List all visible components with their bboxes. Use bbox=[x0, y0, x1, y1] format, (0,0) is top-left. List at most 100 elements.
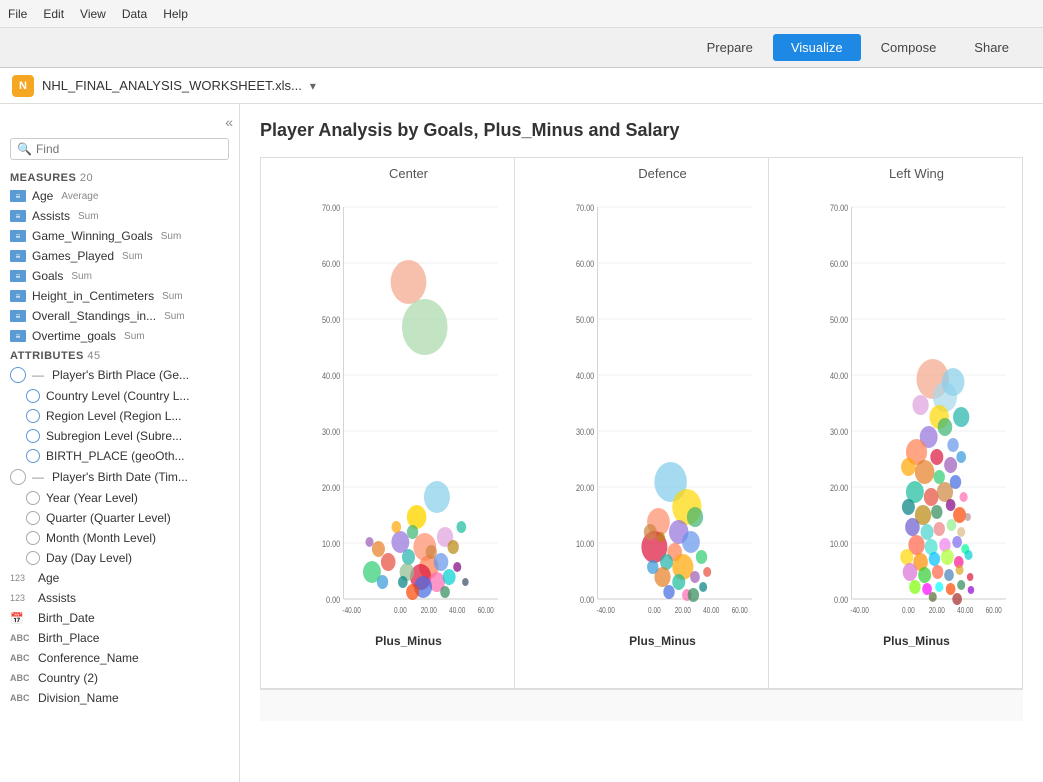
svg-text:20.00: 20.00 bbox=[830, 483, 849, 493]
svg-text:30.00: 30.00 bbox=[322, 427, 341, 437]
measure-goals[interactable]: ≡ GoalsSum bbox=[0, 266, 239, 286]
menu-data[interactable]: Data bbox=[122, 7, 147, 21]
menu-file[interactable]: File bbox=[8, 7, 27, 21]
svg-text:60.00: 60.00 bbox=[830, 259, 849, 269]
svg-text:-40.00: -40.00 bbox=[342, 605, 360, 615]
attr-day-level[interactable]: Day (Day Level) bbox=[0, 548, 239, 568]
measure-age[interactable]: ≡ AgeAverage bbox=[0, 186, 239, 206]
measure-game-winning-goals[interactable]: ≡ Game_Winning_GoalsSum bbox=[0, 226, 239, 246]
svg-text:70.00: 70.00 bbox=[830, 203, 849, 213]
attr-conference-name[interactable]: ABC Conference_Name bbox=[0, 648, 239, 668]
svg-text:40.00: 40.00 bbox=[703, 605, 719, 615]
search-icon: 🔍 bbox=[17, 142, 32, 156]
sidebar-collapse-btn[interactable]: « bbox=[0, 112, 239, 134]
measure-overtime-goals[interactable]: ≡ Overtime_goalsSum bbox=[0, 326, 239, 346]
svg-text:30.00: 30.00 bbox=[576, 427, 595, 437]
svg-text:0.00: 0.00 bbox=[326, 595, 341, 605]
attr-birth-place-geo[interactable]: — Player's Birth Place (Ge... bbox=[0, 364, 239, 386]
chart-svg-center: 70.00 60.00 50.00 40.00 30.00 20.00 10.0… bbox=[311, 187, 506, 627]
svg-text:70.00: 70.00 bbox=[576, 203, 595, 213]
svg-text:10.00: 10.00 bbox=[576, 539, 595, 549]
top-nav: Prepare Visualize Compose Share bbox=[0, 28, 1043, 68]
svg-text:10.00: 10.00 bbox=[830, 539, 849, 549]
svg-text:40.00: 40.00 bbox=[830, 371, 849, 381]
tab-prepare[interactable]: Prepare bbox=[689, 34, 771, 61]
svg-text:0.00: 0.00 bbox=[580, 595, 595, 605]
x-label-left-wing: Plus_Minus bbox=[819, 634, 1014, 648]
file-dropdown-arrow[interactable]: ▾ bbox=[310, 79, 316, 93]
tab-visualize[interactable]: Visualize bbox=[773, 34, 861, 61]
abc-icon: ABC bbox=[10, 673, 32, 683]
tab-compose[interactable]: Compose bbox=[863, 34, 955, 61]
search-input[interactable] bbox=[36, 142, 222, 156]
panel-title-defence: Defence bbox=[565, 166, 760, 181]
svg-text:50.00: 50.00 bbox=[830, 315, 849, 325]
chart-panel-defence: Defence 70.00 60.00 50.00 bbox=[515, 158, 769, 688]
bottom-bar bbox=[260, 689, 1023, 721]
svg-text:60.00: 60.00 bbox=[322, 259, 341, 269]
file-icon: N bbox=[12, 75, 34, 97]
measure-icon: ≡ bbox=[10, 290, 26, 302]
attr-year-level[interactable]: Year (Year Level) bbox=[0, 488, 239, 508]
x-label-defence: Plus_Minus bbox=[565, 634, 760, 648]
svg-text:0.00: 0.00 bbox=[394, 605, 407, 615]
menu-edit[interactable]: Edit bbox=[43, 7, 64, 21]
menu-help[interactable]: Help bbox=[163, 7, 188, 21]
main-content: Player Analysis by Goals, Plus_Minus and… bbox=[240, 104, 1043, 782]
chart-panel-center: Center 70.00 60.0 bbox=[261, 158, 515, 688]
search-box[interactable]: 🔍 bbox=[10, 138, 229, 160]
sidebar: « 🔍 MEASURES 20 ≡ AgeAverage ≡ AssistsSu… bbox=[0, 104, 240, 782]
measure-overall-standings[interactable]: ≡ Overall_Standings_in...Sum bbox=[0, 306, 239, 326]
attr-region-level[interactable]: Region Level (Region L... bbox=[0, 406, 239, 426]
svg-text:40.00: 40.00 bbox=[957, 605, 973, 615]
measure-icon: ≡ bbox=[10, 270, 26, 282]
svg-text:20.00: 20.00 bbox=[421, 605, 437, 615]
svg-text:70.00: 70.00 bbox=[322, 203, 341, 213]
attr-age[interactable]: 123 Age bbox=[0, 568, 239, 588]
svg-text:20.00: 20.00 bbox=[675, 605, 691, 615]
clock-icon bbox=[26, 511, 40, 525]
chart-svg-defence: 70.00 60.00 50.00 40.00 30.00 20.00 10.0… bbox=[565, 187, 760, 627]
measure-height[interactable]: ≡ Height_in_CentimetersSum bbox=[0, 286, 239, 306]
x-label-center: Plus_Minus bbox=[311, 634, 506, 648]
measure-assists[interactable]: ≡ AssistsSum bbox=[0, 206, 239, 226]
attr-birth-place-geo-other[interactable]: BIRTH_PLACE (geoOth... bbox=[0, 446, 239, 466]
svg-text:10.00: 10.00 bbox=[322, 539, 341, 549]
menu-bar: File Edit View Data Help bbox=[0, 0, 1043, 28]
measure-icon: ≡ bbox=[10, 190, 26, 202]
attr-birth-place[interactable]: ABC Birth_Place bbox=[0, 628, 239, 648]
svg-text:0.00: 0.00 bbox=[902, 605, 915, 615]
measure-icon: ≡ bbox=[10, 230, 26, 242]
measures-header: MEASURES 20 bbox=[0, 168, 239, 186]
attr-division-name[interactable]: ABC Division_Name bbox=[0, 688, 239, 708]
measure-icon: ≡ bbox=[10, 330, 26, 342]
chart-area: Center 70.00 60.0 bbox=[260, 157, 1023, 689]
numeric-icon: 123 bbox=[10, 573, 32, 583]
attr-assists[interactable]: 123 Assists bbox=[0, 588, 239, 608]
abc-icon: ABC bbox=[10, 633, 32, 643]
svg-text:-40.00: -40.00 bbox=[850, 605, 868, 615]
attr-birth-date-time[interactable]: — Player's Birth Date (Tim... bbox=[0, 466, 239, 488]
geo-icon bbox=[10, 367, 26, 383]
menu-view[interactable]: View bbox=[80, 7, 106, 21]
attr-quarter-level[interactable]: Quarter (Quarter Level) bbox=[0, 508, 239, 528]
measure-icon: ≡ bbox=[10, 310, 26, 322]
clock-icon bbox=[26, 491, 40, 505]
abc-icon: ABC bbox=[10, 653, 32, 663]
file-name: NHL_FINAL_ANALYSIS_WORKSHEET.xls... bbox=[42, 78, 302, 93]
attr-month-level[interactable]: Month (Month Level) bbox=[0, 528, 239, 548]
svg-text:50.00: 50.00 bbox=[576, 315, 595, 325]
svg-text:60.00: 60.00 bbox=[986, 605, 1002, 615]
globe-icon bbox=[26, 429, 40, 443]
attr-country[interactable]: ABC Country (2) bbox=[0, 668, 239, 688]
attr-subregion-level[interactable]: Subregion Level (Subre... bbox=[0, 426, 239, 446]
svg-text:0.00: 0.00 bbox=[648, 605, 661, 615]
svg-text:20.00: 20.00 bbox=[576, 483, 595, 493]
svg-text:30.00: 30.00 bbox=[830, 427, 849, 437]
measure-games-played[interactable]: ≡ Games_PlayedSum bbox=[0, 246, 239, 266]
tab-share[interactable]: Share bbox=[956, 34, 1027, 61]
attr-birth-date[interactable]: 📅 Birth_Date bbox=[0, 608, 239, 628]
svg-text:40.00: 40.00 bbox=[576, 371, 595, 381]
svg-text:40.00: 40.00 bbox=[449, 605, 465, 615]
attr-country-level[interactable]: Country Level (Country L... bbox=[0, 386, 239, 406]
